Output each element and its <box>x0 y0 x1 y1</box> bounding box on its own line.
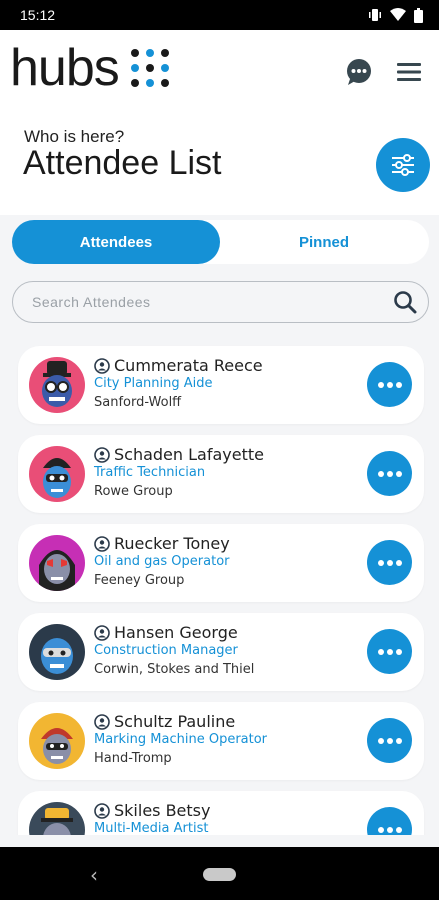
attendee-name-row: Schultz Pauline <box>94 712 235 731</box>
attendee-name: Hansen George <box>114 623 238 642</box>
attendee-name: Schultz Pauline <box>114 712 236 731</box>
avatar <box>29 713 85 769</box>
app-header: hubs <box>0 30 439 110</box>
back-icon[interactable]: ‹ <box>90 863 98 887</box>
hamburger-menu-icon[interactable] <box>397 61 421 83</box>
filter-button[interactable] <box>376 138 430 192</box>
avatar <box>29 624 85 680</box>
logo-dots <box>130 49 169 87</box>
attendee-card[interactable]: Schultz Pauline Marking Machine Operator… <box>18 702 424 780</box>
attendee-role: Oil and gas Operator <box>94 554 230 569</box>
tab-pinned[interactable]: Pinned <box>220 220 428 264</box>
avatar <box>29 535 85 591</box>
more-options-button[interactable] <box>367 629 412 674</box>
attendee-name: Ruecker Toney <box>114 534 230 553</box>
attendee-company: Corwin, Stokes and Thiel <box>94 662 255 677</box>
logo-text: hubs <box>10 39 120 97</box>
attendee-badge-icon <box>94 446 110 463</box>
attendee-name: Schaden Lafayette <box>114 445 264 464</box>
attendee-card[interactable]: Hansen George Construction Manager Corwi… <box>18 613 424 691</box>
attendee-role: City Planning Aide <box>94 376 213 391</box>
more-options-button[interactable] <box>367 718 412 763</box>
sliders-filter-icon <box>392 154 414 176</box>
attendee-name-row: Hansen George <box>94 623 238 642</box>
avatar <box>29 802 85 835</box>
attendee-name-row: Skiles Betsy <box>94 801 210 820</box>
attendee-list: Cummerata Reece City Planning Aide Sanfo… <box>0 335 439 835</box>
search-bar[interactable]: Search Attendees <box>12 281 429 323</box>
home-pill-icon[interactable] <box>203 868 236 881</box>
system-nav-bar: ‹ <box>0 847 439 900</box>
attendee-badge-icon <box>94 357 110 374</box>
status-time: 15:12 <box>20 7 56 23</box>
status-icons <box>368 7 423 23</box>
attendee-company: Hand-Tromp <box>94 751 172 766</box>
attendee-name: Cummerata Reece <box>114 356 263 375</box>
attendee-card[interactable]: Schaden Lafayette Traffic Technician Row… <box>18 435 424 513</box>
search-icon[interactable] <box>392 289 418 315</box>
avatar <box>29 357 85 413</box>
attendee-badge-icon <box>94 535 110 552</box>
search-input[interactable]: Search Attendees <box>32 294 392 310</box>
attendee-name-row: Cummerata Reece <box>94 356 263 375</box>
more-options-button[interactable] <box>367 807 412 835</box>
attendee-company: Feeney Group <box>94 573 185 588</box>
attendee-badge-icon <box>94 624 110 641</box>
attendee-name-row: Ruecker Toney <box>94 534 230 553</box>
attendee-company: Sanford-Wolff <box>94 395 182 410</box>
more-options-button[interactable] <box>367 451 412 496</box>
avatar <box>29 446 85 502</box>
attendee-name: Skiles Betsy <box>114 801 211 820</box>
attendee-badge-icon <box>94 713 110 730</box>
attendee-card[interactable]: Ruecker Toney Oil and gas Operator Feene… <box>18 524 424 602</box>
attendee-company: Rowe Group <box>94 484 173 499</box>
attendee-role: Marking Machine Operator <box>94 732 268 747</box>
attendee-card[interactable]: Skiles Betsy Multi-Media Artist <box>18 791 424 835</box>
attendee-badge-icon <box>94 802 110 819</box>
more-options-button[interactable] <box>367 540 412 585</box>
attendee-role: Construction Manager <box>94 643 238 658</box>
status-bar: 15:12 <box>0 0 439 30</box>
page-title: Attendee List <box>23 144 222 182</box>
wifi-icon <box>390 8 406 21</box>
attendee-tabs: Attendees Pinned <box>12 220 429 264</box>
attendee-card[interactable]: Cummerata Reece City Planning Aide Sanfo… <box>18 346 424 424</box>
attendee-name-row: Schaden Lafayette <box>94 445 264 464</box>
attendee-role: Multi-Media Artist <box>94 821 209 835</box>
more-options-button[interactable] <box>367 362 412 407</box>
tab-attendees[interactable]: Attendees <box>12 220 220 264</box>
vibrate-icon <box>369 9 381 21</box>
battery-icon <box>414 7 423 23</box>
chat-bubble-icon[interactable] <box>345 58 373 86</box>
page-heading: Who is here? Attendee List <box>0 110 439 215</box>
attendee-role: Traffic Technician <box>94 465 206 480</box>
hubs-logo: hubs <box>10 42 169 94</box>
